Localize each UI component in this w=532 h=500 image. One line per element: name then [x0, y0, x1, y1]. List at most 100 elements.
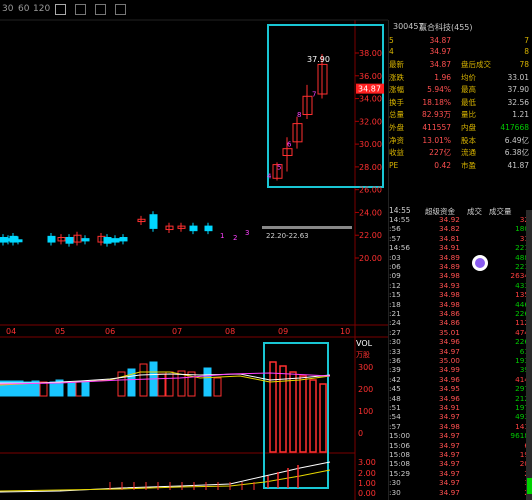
stat-row: PE 0.42 市盈 41.87: [389, 161, 532, 171]
tick-row: :45 34.95 297: [389, 384, 532, 394]
hist-candle: [47, 235, 56, 243]
stat-label: 换手: [389, 97, 404, 107]
tick-time: :30: [389, 487, 401, 497]
stat-value-right: 32.56: [507, 97, 529, 107]
stat-row: 最新 34.87 盘后成交 78: [389, 60, 532, 70]
tick-time: :15: [389, 290, 401, 300]
tick-price: 34.86: [439, 318, 460, 328]
hist-candle: [14, 239, 23, 243]
tick-price: 34.97: [439, 468, 460, 478]
stat-value: 0.42: [434, 160, 451, 170]
tick-time: :12: [389, 280, 401, 290]
candle-number-label: 3: [245, 229, 249, 237]
sell-quote-price: 34.97: [429, 47, 451, 56]
tick-price: 34.96: [439, 374, 460, 384]
volume-bar: [157, 373, 166, 397]
price-axis-label: 26.00: [359, 186, 382, 195]
price-axis-label: 34.00: [359, 95, 382, 104]
tick-price: 34.86: [439, 309, 460, 318]
tick-row: :57 34.98 141: [389, 422, 532, 432]
range-bar: [262, 226, 352, 229]
scroll-thumb[interactable]: [527, 478, 532, 494]
tick-row: :12 34.93 433: [389, 280, 532, 291]
hist-candle: [111, 238, 120, 243]
stat-row: 涨跌 1.96 均价 33.01: [389, 73, 532, 83]
kline-chart[interactable]: 1 23 22.20-22.63 45 6 8 7 37.90 38.00 36.00 34.00…: [0, 0, 388, 500]
assistant-icon: [475, 258, 485, 268]
volume-bar: [127, 368, 136, 397]
tick-time: 15:06: [389, 440, 411, 450]
tick-price: 34.93: [439, 280, 460, 290]
candle-number-label: 2: [233, 234, 237, 242]
sell-quote-label: 5: [389, 36, 394, 45]
tick-time: :09: [389, 271, 401, 281]
macd-axis-label: 3.00: [358, 458, 376, 467]
stock-header: 300457 赢合科技(455): [389, 20, 532, 34]
tick-price: 34.97: [439, 450, 460, 459]
tick-list[interactable]: 14:55 超级资金 成交 成交量 14:55 34.92 32:56 34.82 180:57…: [389, 206, 532, 500]
stat-label: PE: [389, 160, 399, 170]
tick-price: 34.81: [439, 233, 460, 243]
tick-price: 34.96: [439, 337, 460, 347]
assistant-float-button[interactable]: [472, 255, 488, 271]
tick-row: :56 34.82 180: [389, 225, 532, 234]
trading-screen: 30 60 120 1 2 3 22.20-22.63 4 5 6 8 7 37.90 38.00…: [0, 0, 532, 500]
tick-price: 34.92: [439, 215, 460, 224]
stat-value: 13.01%: [422, 135, 451, 145]
volume-bar: [289, 371, 297, 453]
stat-label-right: 内盘: [461, 123, 476, 132]
tick-row: :54 34.97 493: [389, 413, 532, 422]
hist-candle: [119, 237, 128, 242]
tick-row: :18 34.98 446: [389, 300, 532, 310]
price-axis-label: 28.00: [359, 163, 382, 172]
stat-value-right: 1.21: [512, 110, 529, 120]
price-axis-label: 30.00: [359, 140, 382, 149]
stat-value-right: 78: [519, 60, 529, 69]
tick-price: 34.99: [439, 365, 460, 375]
stat-label-right: 盘后成交: [461, 60, 491, 69]
stat-label: 最新: [389, 60, 404, 69]
tick-row: :30 34.96 226: [389, 337, 532, 347]
sell-quote-row: 4 34.97 8: [389, 47, 532, 57]
price-axis-label: 32.00: [359, 117, 382, 126]
sell-quote-volume: 7: [524, 36, 529, 45]
macd-axis-label: 2.00: [358, 469, 376, 478]
stat-label: 涨幅: [389, 85, 404, 95]
stat-value-right: 6.49亿: [504, 135, 529, 145]
tick-price: 34.97: [439, 478, 460, 488]
tick-time: :48: [389, 393, 401, 403]
tick-price: 34.91: [439, 243, 460, 253]
volume-axis-label: 0: [358, 429, 363, 438]
stat-label-right: 最高: [461, 85, 476, 95]
tick-time: :03: [389, 252, 401, 262]
volume-bar: [165, 371, 174, 397]
tick-row: 14:56 34.91 221: [389, 243, 532, 253]
price-axis-label: 36.00: [359, 72, 382, 81]
stat-row: 涨幅 5.94% 最高 37.90: [389, 85, 532, 95]
tick-time: :21: [389, 309, 401, 318]
hist-candle: [81, 238, 90, 242]
stock-name: 赢合科技(455): [419, 23, 473, 32]
tick-row: :21 34.86 226: [389, 309, 532, 319]
tick-price: 35.00: [439, 356, 460, 365]
stat-value: 82.93万: [422, 110, 451, 120]
volume-bar: [269, 361, 277, 453]
tick-header-time: 14:55: [389, 206, 411, 215]
tick-time: :54: [389, 412, 401, 422]
tick-time: 15:08: [389, 450, 411, 459]
stat-row: 收益 227亿 流通 6.38亿: [389, 148, 532, 158]
tick-row: :39 34.99 39: [389, 366, 532, 375]
volume-bar: [309, 379, 317, 453]
tick-time: :06: [389, 262, 401, 271]
tick-time: :56: [389, 224, 401, 234]
tick-time: :33: [389, 346, 401, 356]
price-axis-label: 20.00: [359, 254, 382, 263]
stat-label-right: 量比: [461, 110, 476, 120]
tick-row: 15:08 34.97 19: [389, 450, 532, 460]
tick-time: 15:29: [389, 468, 411, 478]
tick-scrollbar[interactable]: [526, 210, 532, 500]
date-axis-label: 09: [278, 327, 288, 336]
candle-number-label: 8: [297, 111, 301, 119]
peak-label: 37.90: [307, 55, 330, 64]
tick-row: :36 35.00 193: [389, 356, 532, 366]
